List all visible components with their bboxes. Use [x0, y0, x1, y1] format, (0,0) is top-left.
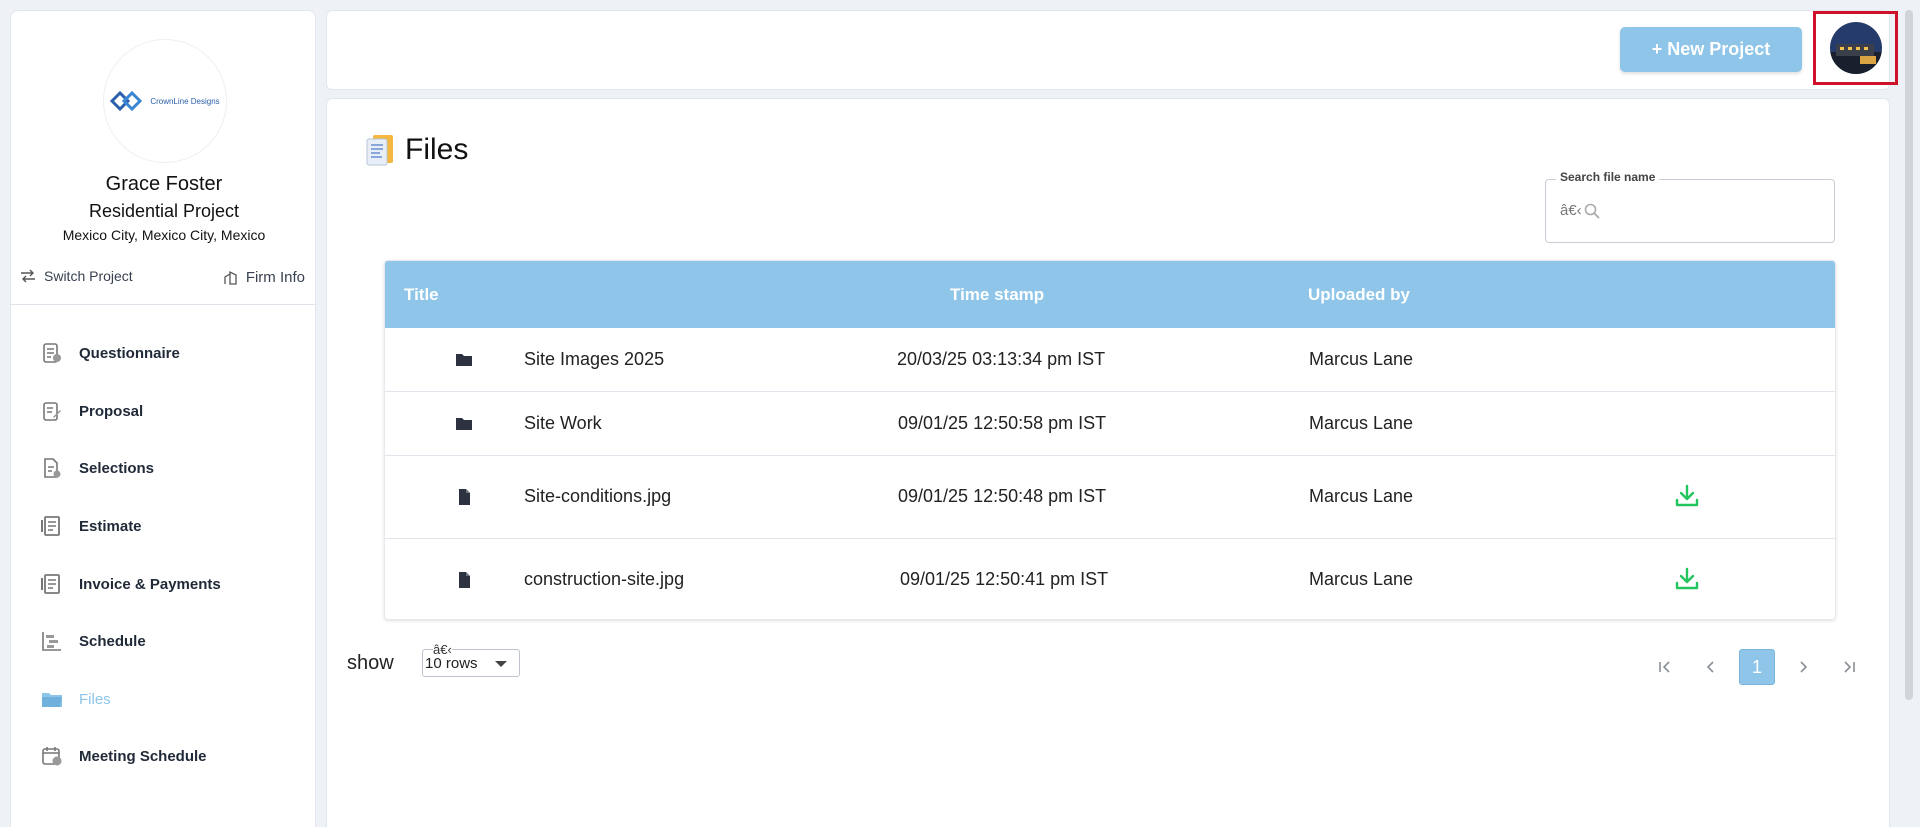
table-row[interactable]: Site-conditions.jpg 09/01/25 12:50:48 pm… [385, 456, 1835, 539]
page-button-current[interactable]: 1 [1739, 649, 1775, 685]
first-page-icon [1659, 661, 1670, 673]
rows-per-page-select[interactable]: â€‹ 10 rows [422, 642, 520, 677]
table-header: Title Time stamp Uploaded by [385, 261, 1835, 328]
folder-icon [456, 418, 472, 430]
show-label: show [347, 652, 394, 674]
file-uploader: Marcus Lane [1309, 569, 1414, 589]
search-input-content: â€‹ [1560, 202, 1600, 219]
file-uploader: Marcus Lane [1309, 486, 1414, 506]
crownline-logo-icon [110, 90, 143, 112]
invoice-icon [41, 573, 63, 595]
file-timestamp: 20/03/25 03:13:34 pm IST [897, 349, 1106, 369]
firm-info-link[interactable]: Firm Info [223, 269, 305, 286]
sidebar-item-label: Estimate [79, 517, 142, 535]
download-icon[interactable] [1674, 483, 1700, 509]
sidebar: CrownLine Designs Grace Foster Residenti… [10, 10, 316, 827]
file-icon [459, 489, 470, 505]
sidebar-item-label: Meeting Schedule [79, 747, 207, 765]
file-icon [459, 572, 470, 588]
sidebar-item-estimate[interactable]: Estimate [41, 506, 142, 546]
file-title: construction-site.jpg [524, 569, 685, 589]
table-row[interactable]: construction-site.jpg 09/01/25 12:50:41 … [385, 539, 1835, 619]
chevron-down-icon [495, 661, 507, 667]
last-page-icon [1844, 661, 1855, 673]
avatar [1829, 22, 1882, 74]
search-garbled-text: â€‹ [1560, 202, 1582, 219]
logo-text: CrownLine Designs [150, 96, 220, 106]
next-page-button[interactable] [1785, 649, 1821, 685]
sidebar-item-label: Questionnaire [79, 344, 180, 362]
sidebar-item-proposal[interactable]: Proposal [41, 391, 143, 431]
file-timestamp: 09/01/25 12:50:58 pm IST [898, 413, 1107, 433]
last-page-button[interactable] [1831, 649, 1867, 685]
sidebar-item-label: Invoice & Payments [79, 575, 221, 593]
sidebar-item-label: Selections [79, 459, 155, 477]
file-title: Site Work [524, 413, 602, 433]
column-header-timestamp: Time stamp [950, 285, 1045, 304]
switch-project-label: Switch Project [44, 268, 133, 284]
table-row[interactable]: Site Work 09/01/25 12:50:58 pm IST Marcu… [385, 392, 1835, 456]
page-title-text: Files [405, 133, 469, 166]
switch-arrows-icon [21, 269, 35, 283]
sidebar-item-label: Proposal [79, 402, 144, 420]
questionnaire-icon [41, 342, 63, 364]
files-table: Title Time stamp Uploaded by Site Images… [384, 260, 1836, 620]
page-scrollbar[interactable] [1905, 10, 1913, 700]
project-type: Residential Project [88, 201, 240, 221]
sidebar-item-meeting-schedule[interactable]: Meeting Schedule [41, 736, 207, 776]
file-title: Site-conditions.jpg [524, 486, 672, 506]
page-title: Files [365, 133, 468, 167]
building-icon [224, 270, 237, 285]
table-row[interactable]: Site Images 2025 20/03/25 03:13:34 pm IS… [385, 328, 1835, 392]
chevron-left-icon [1706, 661, 1714, 673]
sidebar-item-invoice-payments[interactable]: Invoice & Payments [41, 564, 221, 604]
sidebar-item-files[interactable]: Files [41, 679, 111, 719]
selections-icon [41, 457, 63, 479]
files-document-icon [366, 135, 393, 166]
file-uploader: Marcus Lane [1309, 413, 1414, 433]
estimate-icon [41, 515, 63, 537]
sidebar-item-selections[interactable]: Selections [41, 448, 154, 488]
sidebar-item-schedule[interactable]: Schedule [41, 621, 146, 661]
calendar-icon [41, 745, 63, 767]
search-file-input[interactable]: Search file name â€‹ [1545, 170, 1835, 243]
sidebar-item-label: Schedule [79, 632, 146, 650]
new-project-button[interactable]: + New Project [1620, 27, 1802, 72]
column-header-uploaded-by: Uploaded by [1308, 285, 1411, 304]
previous-page-button[interactable] [1693, 649, 1729, 685]
file-timestamp: 09/01/25 12:50:41 pm IST [900, 569, 1109, 589]
sidebar-divider [11, 304, 315, 305]
company-logo: CrownLine Designs [103, 39, 227, 163]
firm-info-label: Firm Info [245, 269, 305, 286]
proposal-icon [41, 400, 63, 422]
client-name: Grace Foster [105, 173, 223, 195]
column-header-title: Title [404, 285, 439, 304]
user-avatar-button[interactable] [1813, 11, 1898, 85]
project-location: Mexico City, Mexico City, Mexico [62, 227, 266, 243]
files-panel: Files Search file name â€‹ Title Time st… [326, 98, 1890, 827]
sidebar-item-questionnaire[interactable]: Questionnaire [41, 333, 180, 373]
search-icon [1584, 203, 1600, 219]
switch-project-link[interactable]: Switch Project [20, 268, 133, 284]
file-timestamp: 09/01/25 12:50:48 pm IST [898, 486, 1107, 506]
search-label: Search file name [1556, 170, 1660, 184]
sidebar-item-label: Files [79, 690, 111, 708]
file-title: Site Images 2025 [524, 349, 665, 369]
folder-icon [41, 688, 63, 710]
download-icon[interactable] [1674, 566, 1700, 592]
first-page-button[interactable] [1647, 649, 1683, 685]
chevron-right-icon [1800, 661, 1808, 673]
schedule-icon [41, 630, 63, 652]
folder-icon [456, 354, 472, 366]
rows-select-value: 10 rows [425, 655, 478, 672]
file-uploader: Marcus Lane [1309, 349, 1414, 369]
